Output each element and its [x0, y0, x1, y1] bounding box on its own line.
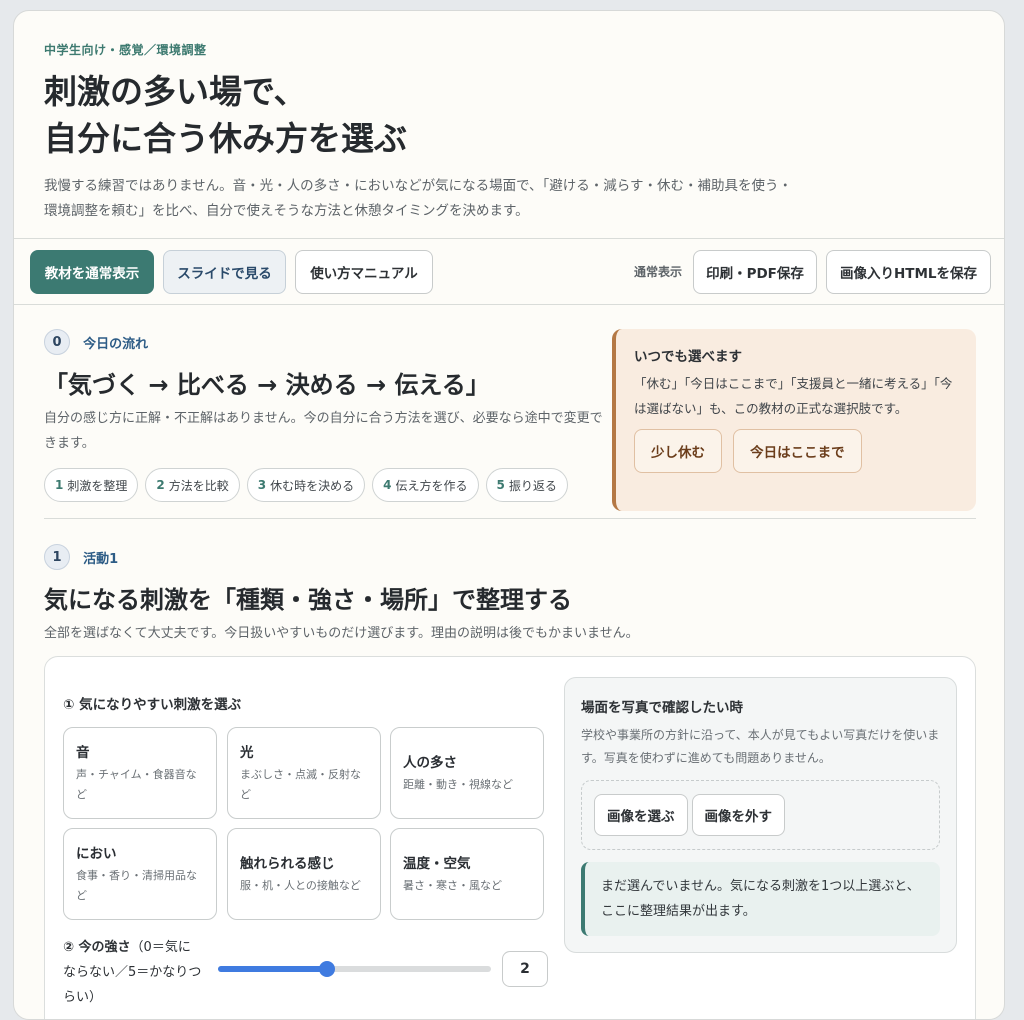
flow-heading: 「気づく → 比べる → 決める → 伝える」 — [44, 371, 490, 399]
strength-label: ② 今の強さ（0＝気にならない／5＝かなりつらい） — [63, 935, 203, 1010]
activity-panel: ① 気になりやすい刺激を選ぶ 音 声・チャイム・食器音など 光 まぶしさ・点滅・… — [44, 656, 976, 1019]
flow-step-chip[interactable]: 2 方法を比較 — [145, 468, 240, 502]
photo-title: 場面を写真で確認したい時 — [581, 700, 743, 716]
save-html-button[interactable]: 画像入りHTMLを保存 — [826, 250, 991, 294]
stop-today-button[interactable]: 今日はここまで — [733, 429, 862, 473]
print-pdf-button[interactable]: 印刷・PDF保存 — [693, 250, 817, 294]
slider-thumb[interactable] — [319, 961, 336, 977]
flow-section: 0 今日の流れ 「気づく → 比べる → 決める → 伝える」 自分の感じ方に正… — [44, 329, 604, 502]
title-line-1: 刺激の多い場で、 — [44, 72, 307, 111]
stimulus-examples: 食事・香り・清掃用品など — [76, 869, 197, 902]
stimulus-examples: まぶしさ・点滅・反射など — [240, 768, 361, 801]
step-number-badge: 0 — [44, 329, 70, 355]
chip-label: 休む時を決める — [270, 478, 355, 493]
stimulus-name: におい — [76, 846, 117, 862]
chip-number: 5 — [496, 478, 505, 492]
flow-step-chip[interactable]: 3 休む時を決める — [246, 468, 366, 502]
photo-text: 学校や事業所の方針に沿って、本人が見てもよい写真だけを使います。写真を使わずに進… — [581, 728, 940, 765]
lesson-header: 中学生向け・感覚／環境調整 刺激の多い場で、 自分に合う休み方を選ぶ 我慢する練… — [14, 11, 1004, 239]
step-label: 活動1 — [83, 551, 119, 567]
stimulus-examples: 距離・動き・視線など — [403, 778, 513, 791]
stimulus-examples: 服・机・人との接触など — [240, 879, 361, 892]
anytime-title: いつでも選べます — [634, 349, 742, 365]
stimulus-name: 人の多さ — [403, 755, 457, 771]
image-dropzone: 画像を選ぶ 画像を外す — [581, 780, 940, 850]
stimulus-examples: 暑さ・寒さ・風など — [403, 879, 502, 892]
choose-image-button[interactable]: 画像を選ぶ — [594, 794, 688, 836]
strength-slider[interactable] — [218, 961, 491, 977]
activity-heading: 気になる刺激を「種類・強さ・場所」で整理する — [44, 586, 572, 614]
chip-number: 4 — [383, 478, 392, 492]
rest-button[interactable]: 少し休む — [634, 429, 722, 473]
category-label: 中学生向け・感覚／環境調整 — [44, 43, 207, 57]
flow-step-chip[interactable]: 5 振り返る — [485, 468, 568, 502]
remove-image-button[interactable]: 画像を外す — [691, 794, 785, 836]
stimulus-name: 光 — [240, 745, 254, 761]
stimulus-card-crowd[interactable]: 人の多さ 距離・動き・視線など — [390, 727, 544, 819]
toolbar: 教材を通常表示 スライドで見る 使い方マニュアル 通常表示 印刷・PDF保存 画… — [14, 239, 1004, 305]
section-divider — [44, 518, 976, 519]
chip-label: 方法を比較 — [168, 478, 229, 493]
photo-panel: 場面を写真で確認したい時 学校や事業所の方針に沿って、本人が見てもよい写真だけを… — [564, 677, 957, 953]
flow-step-chip[interactable]: 1 刺激を整理 — [44, 468, 139, 502]
stimulus-card-sound[interactable]: 音 声・チャイム・食器音など — [63, 727, 217, 819]
stimulus-card-touch[interactable]: 触れられる感じ 服・机・人との接触など — [227, 828, 381, 920]
strength-value-field[interactable]: 2 — [502, 951, 548, 987]
page-subtitle: 我慢する練習ではありません。音・光・人の多さ・においなどが気になる場面で、「避け… — [44, 178, 793, 219]
flow-step-chip[interactable]: 4 伝え方を作る — [372, 468, 479, 502]
result-notice: まだ選んでいません。気になる刺激を1つ以上選ぶと、ここに整理結果が出ます。 — [581, 862, 940, 936]
strength-title: ② 今の強さ — [63, 940, 131, 955]
stimulus-name: 温度・空気 — [403, 856, 471, 872]
anytime-text: 「休む」「今日はここまで」「支援員と一緒に考える」「今は選ばない」も、この教材の… — [634, 376, 953, 416]
view-mode-label: 通常表示 — [634, 265, 683, 279]
flow-description: 自分の感じ方に正解・不正解はありません。今の自分に合う方法を選び、必要なら途中で… — [44, 411, 603, 451]
step-label: 今日の流れ — [83, 336, 149, 352]
activity-description: 全部を選ばなくて大丈夫です。今日扱いやすいものだけ選びます。理由の説明は後でもか… — [44, 626, 639, 641]
manual-button[interactable]: 使い方マニュアル — [295, 250, 433, 294]
stimulus-card-temperature[interactable]: 温度・空気 暑さ・寒さ・風など — [390, 828, 544, 920]
chip-number: 3 — [257, 478, 267, 492]
title-line-2: 自分に合う休み方を選ぶ — [44, 119, 407, 158]
choose-stimuli-label: ① 気になりやすい刺激を選ぶ — [63, 697, 242, 713]
stimulus-examples: 声・チャイム・食器音など — [76, 768, 197, 801]
chip-label: 伝え方を作る — [395, 478, 468, 493]
stimulus-name: 触れられる感じ — [240, 856, 335, 872]
chip-label: 刺激を整理 — [67, 478, 128, 493]
chip-number: 1 — [55, 478, 64, 492]
slider-fill — [218, 966, 328, 972]
lesson-card: 中学生向け・感覚／環境調整 刺激の多い場で、 自分に合う休み方を選ぶ 我慢する練… — [13, 10, 1005, 1020]
anytime-callout: いつでも選べます 「休む」「今日はここまで」「支援員と一緒に考える」「今は選ばな… — [612, 329, 976, 511]
page-title: 刺激の多い場で、 自分に合う休み方を選ぶ — [44, 68, 974, 162]
flow-steps: 1 刺激を整理 2 方法を比較 3 休む時を決める 4 伝え方を作る 5 振り返る — [44, 468, 604, 502]
slide-view-button[interactable]: スライドで見る — [163, 250, 286, 294]
chip-label: 振り返る — [508, 478, 557, 493]
stimulus-card-light[interactable]: 光 まぶしさ・点滅・反射など — [227, 727, 381, 819]
normal-view-button[interactable]: 教材を通常表示 — [30, 250, 154, 294]
step-number-badge: 1 — [44, 544, 70, 570]
activity1-section: 1 活動1 気になる刺激を「種類・強さ・場所」で整理する 全部を選ばなくて大丈夫… — [44, 544, 976, 646]
chip-number: 2 — [156, 478, 165, 492]
stimulus-card-smell[interactable]: におい 食事・香り・清掃用品など — [63, 828, 217, 920]
stimulus-name: 音 — [76, 745, 90, 761]
